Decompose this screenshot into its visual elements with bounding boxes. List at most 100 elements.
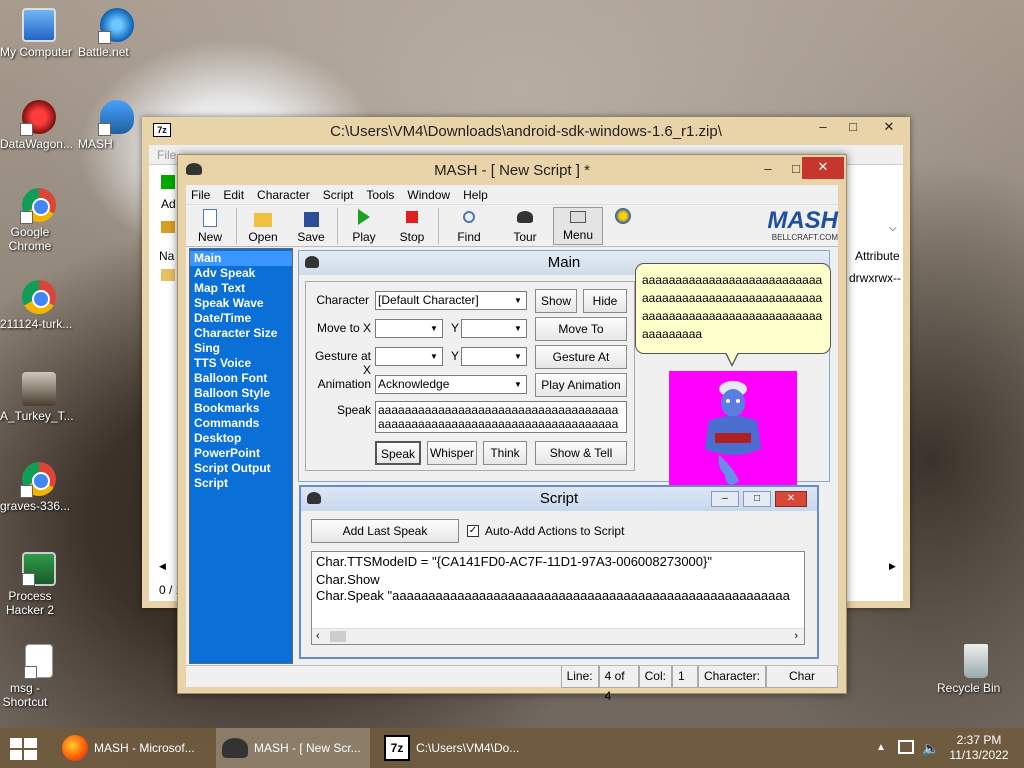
close-button[interactable]: ✕ bbox=[869, 117, 909, 137]
save-button[interactable]: Save bbox=[287, 212, 335, 246]
chevron-down-icon[interactable]: ⌵ bbox=[889, 223, 897, 234]
desktop-icon-datawagon[interactable]: DataWagon... bbox=[0, 100, 78, 151]
menu-help[interactable]: Help bbox=[458, 188, 496, 202]
nav-item-main[interactable]: Main bbox=[190, 251, 292, 266]
chevron-up-icon[interactable]: ▲ bbox=[876, 742, 886, 753]
menu-script[interactable]: Script bbox=[318, 188, 362, 202]
character-preview[interactable] bbox=[669, 371, 797, 497]
nav-item-desktop[interactable]: Desktop bbox=[190, 431, 292, 446]
menu-tools[interactable]: Tools bbox=[361, 188, 402, 202]
taskbar-item-firefox[interactable]: MASH - Microsof... bbox=[56, 728, 208, 768]
auto-add-checkbox[interactable]: ✓ bbox=[467, 525, 479, 537]
start-button[interactable] bbox=[10, 738, 38, 760]
desktop-icon-msg-shortcut[interactable]: msg - Shortcut bbox=[0, 644, 78, 709]
move-to-x-select[interactable]: ▼ bbox=[375, 319, 443, 338]
desktop-icon-google-chrome[interactable]: Google Chrome bbox=[0, 188, 78, 253]
script-line: Char.Show bbox=[316, 572, 380, 587]
whisper-button[interactable]: Whisper bbox=[427, 441, 477, 465]
desktop-icon-process-hacker[interactable]: Process Hacker 2 bbox=[0, 552, 78, 617]
menu-file[interactable]: File bbox=[186, 188, 218, 202]
menu-button[interactable]: Menu bbox=[553, 207, 603, 245]
speak-textarea[interactable]: aaaaaaaaaaaaaaaaaaaaaaaaaaaaaaaaaaaaaaaa… bbox=[375, 401, 627, 433]
scroll-left-icon[interactable]: ‹ bbox=[316, 630, 320, 642]
think-button[interactable]: Think bbox=[483, 441, 527, 465]
volume-icon[interactable]: 🔈 bbox=[922, 740, 939, 757]
scroll-right-icon[interactable]: ▶ bbox=[889, 561, 896, 572]
character-select[interactable]: [Default Character] ▼ bbox=[375, 291, 527, 310]
scroll-right-icon[interactable]: › bbox=[794, 630, 798, 642]
move-to-button[interactable]: Move To bbox=[535, 317, 627, 341]
find-button[interactable]: Find bbox=[441, 211, 497, 246]
play-animation-button[interactable]: Play Animation bbox=[535, 373, 627, 397]
scrollbar-thumb[interactable] bbox=[330, 631, 346, 642]
script-minimize-button[interactable]: – bbox=[711, 491, 739, 507]
horizontal-scrollbar[interactable]: ‹ › bbox=[312, 628, 804, 644]
mash-window[interactable]: MASH - [ New Script ] * – □ ✕ File Edit … bbox=[177, 154, 847, 703]
tour-button[interactable]: Tour bbox=[497, 211, 553, 246]
nav-item-script-output[interactable]: Script Output bbox=[190, 461, 292, 476]
network-icon[interactable] bbox=[898, 740, 914, 754]
nav-item-balloon-font[interactable]: Balloon Font bbox=[190, 371, 292, 386]
desktop-icon-my-computer[interactable]: My Computer bbox=[0, 8, 78, 59]
zip-title-bar[interactable]: 7z C:\Users\VM4\Downloads\android-sdk-wi… bbox=[149, 117, 903, 145]
desktop-icon-battle-net[interactable]: Battle.net bbox=[78, 8, 156, 59]
script-editor[interactable]: Char.TTSModeID = "{CA141FD0-AC7F-11D1-97… bbox=[311, 551, 805, 645]
about-button[interactable] bbox=[603, 208, 643, 246]
gesture-y-select[interactable]: ▼ bbox=[461, 347, 527, 366]
nav-item-script[interactable]: Script bbox=[190, 476, 292, 491]
function-list[interactable]: Main Adv Speak Map Text Speak Wave Date/… bbox=[189, 248, 293, 664]
up-folder-icon[interactable] bbox=[161, 221, 175, 233]
script-maximize-button[interactable]: □ bbox=[743, 491, 771, 507]
nav-item-speak-wave[interactable]: Speak Wave bbox=[190, 296, 292, 311]
mash-minimize-button[interactable]: – bbox=[754, 159, 782, 179]
script-close-button[interactable]: ✕ bbox=[775, 491, 807, 507]
show-button[interactable]: Show bbox=[535, 289, 577, 313]
minimize-button[interactable]: – bbox=[809, 117, 837, 137]
hide-button[interactable]: Hide bbox=[583, 289, 627, 313]
attribute-column-header[interactable]: Attribute bbox=[855, 249, 900, 263]
mash-menubar: File Edit Character Script Tools Window … bbox=[186, 185, 838, 205]
gesture-at-button[interactable]: Gesture At bbox=[535, 345, 627, 369]
menu-character[interactable]: Character bbox=[252, 188, 318, 202]
star-badge-icon bbox=[615, 208, 631, 224]
chevron-down-icon: ▼ bbox=[514, 352, 522, 361]
speak-button[interactable]: Speak bbox=[375, 441, 421, 465]
nav-item-bookmarks[interactable]: Bookmarks bbox=[190, 401, 292, 416]
move-to-y-select[interactable]: ▼ bbox=[461, 319, 527, 338]
mash-title-bar[interactable]: MASH - [ New Script ] * – □ ✕ bbox=[178, 155, 846, 185]
nav-item-character-size[interactable]: Character Size bbox=[190, 326, 292, 341]
mash-close-button[interactable]: ✕ bbox=[802, 157, 844, 179]
animation-select[interactable]: Acknowledge ▼ bbox=[375, 375, 527, 394]
clock[interactable]: 2:37 PM 11/13/2022 bbox=[944, 733, 1014, 763]
add-last-speak-button[interactable]: Add Last Speak bbox=[311, 519, 459, 543]
gesture-x-select[interactable]: ▼ bbox=[375, 347, 443, 366]
maximize-button[interactable]: □ bbox=[839, 117, 867, 137]
taskbar-item-mash[interactable]: MASH - [ New Scr... bbox=[216, 728, 370, 768]
add-icon[interactable] bbox=[161, 175, 175, 189]
nav-item-adv-speak[interactable]: Adv Speak bbox=[190, 266, 292, 281]
new-button[interactable]: New bbox=[186, 209, 234, 246]
nav-item-map-text[interactable]: Map Text bbox=[190, 281, 292, 296]
scroll-left-icon[interactable]: ◀ bbox=[159, 561, 166, 572]
nav-item-balloon-style[interactable]: Balloon Style bbox=[190, 386, 292, 401]
open-folder-icon bbox=[254, 213, 272, 227]
desktop-icon-graves[interactable]: graves-336... bbox=[0, 462, 78, 513]
show-and-tell-button[interactable]: Show & Tell bbox=[535, 441, 627, 465]
name-column-header[interactable]: Na bbox=[159, 249, 174, 263]
play-button[interactable]: Play bbox=[340, 209, 388, 246]
stop-button[interactable]: Stop bbox=[388, 211, 436, 246]
menu-file[interactable]: File bbox=[149, 148, 176, 162]
desktop-icon-211124-turk[interactable]: 211124-turk... bbox=[0, 280, 78, 331]
desktop-icon-a-turkey[interactable]: A_Turkey_T... bbox=[0, 372, 78, 423]
stop-icon bbox=[406, 211, 418, 223]
nav-item-sing[interactable]: Sing bbox=[190, 341, 292, 356]
nav-item-date-time[interactable]: Date/Time bbox=[190, 311, 292, 326]
taskbar-item-7zip[interactable]: 7z C:\Users\VM4\Do... bbox=[378, 728, 534, 768]
nav-item-commands[interactable]: Commands bbox=[190, 416, 292, 431]
menu-edit[interactable]: Edit bbox=[218, 188, 252, 202]
menu-window[interactable]: Window bbox=[402, 188, 458, 202]
nav-item-powerpoint[interactable]: PowerPoint bbox=[190, 446, 292, 461]
desktop-icon-recycle-bin[interactable]: Recycle Bin bbox=[937, 644, 1015, 695]
nav-item-tts-voice[interactable]: TTS Voice bbox=[190, 356, 292, 371]
open-button[interactable]: Open bbox=[239, 213, 287, 246]
